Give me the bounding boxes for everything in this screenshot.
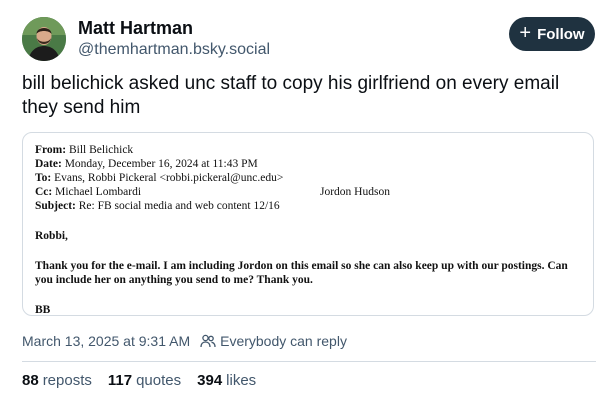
email-to-value: Evans, Robbi Pickeral <robbi.pickeral@un… <box>51 172 284 184</box>
plus-icon: + <box>519 22 532 44</box>
email-date-label: Date: <box>35 158 62 170</box>
avatar-image <box>22 17 66 61</box>
email-subject: Subject: Re: FB social media and web con… <box>35 199 575 213</box>
email-subject-value: Re: FB social media and web content 12/1… <box>75 200 280 212</box>
email-signoff: BB <box>35 304 51 316</box>
reposts-count: 88 <box>22 372 39 389</box>
likes-stat[interactable]: 394 likes <box>197 372 256 389</box>
avatar[interactable] <box>22 17 66 61</box>
email-greeting: Robbi, <box>35 230 68 242</box>
email-from: From: Bill Belichick <box>35 143 575 157</box>
quotes-count: 117 <box>107 372 133 389</box>
author-handle[interactable]: @themhartman.bsky.social <box>78 41 270 59</box>
email-body: Thank you for the e-mail. I am including… <box>35 260 568 286</box>
post-text: bill belichick asked unc staff to copy h… <box>22 73 560 118</box>
email-subject-label: Subject: <box>35 200 76 212</box>
email-from-value: Bill Belichick <box>66 144 134 156</box>
email-cc-value: Michael Lombardi <box>52 186 142 198</box>
embedded-image[interactable]: From: Bill Belichick Date: Monday, Decem… <box>22 132 594 316</box>
divider <box>22 361 596 362</box>
likes-label: likes <box>226 372 257 389</box>
reply-setting: Everybody can reply <box>200 333 347 349</box>
follow-button-label: Follow <box>537 25 585 43</box>
email-to: To: Evans, Robbi Pickeral <robbi.pickera… <box>35 171 575 185</box>
email-from-label: From: <box>35 144 67 156</box>
quotes-label: quotes <box>136 372 182 389</box>
reply-setting-label: Everybody can reply <box>220 333 347 349</box>
quotes-stat[interactable]: 117 quotes <box>108 372 181 389</box>
email-cc: Cc: Michael Lombardi Jordon Hudson <box>35 185 575 199</box>
reposts-stat[interactable]: 88 reposts <box>22 372 92 389</box>
email-cc-value-2: Jordon Hudson <box>320 186 390 198</box>
email-screenshot: From: Bill Belichick Date: Monday, Decem… <box>35 143 575 316</box>
post-meta: March 13, 2025 at 9:31 AM Everybody can … <box>22 332 347 350</box>
email-to-label: To: <box>35 172 52 184</box>
reposts-label: reposts <box>42 372 92 389</box>
email-date: Date: Monday, December 16, 2024 at 11:43… <box>35 157 575 171</box>
email-date-value: Monday, December 16, 2024 at 11:43 PM <box>61 158 258 170</box>
email-cc-label: Cc: <box>35 186 53 198</box>
post-timestamp[interactable]: March 13, 2025 at 9:31 AM <box>22 333 190 349</box>
author-name[interactable]: Matt Hartman <box>78 18 193 39</box>
likes-count: 394 <box>197 372 223 389</box>
post-stats: 88 reposts 117 quotes 394 likes <box>22 372 272 389</box>
people-icon <box>200 334 216 348</box>
follow-button[interactable]: + Follow <box>509 17 595 51</box>
